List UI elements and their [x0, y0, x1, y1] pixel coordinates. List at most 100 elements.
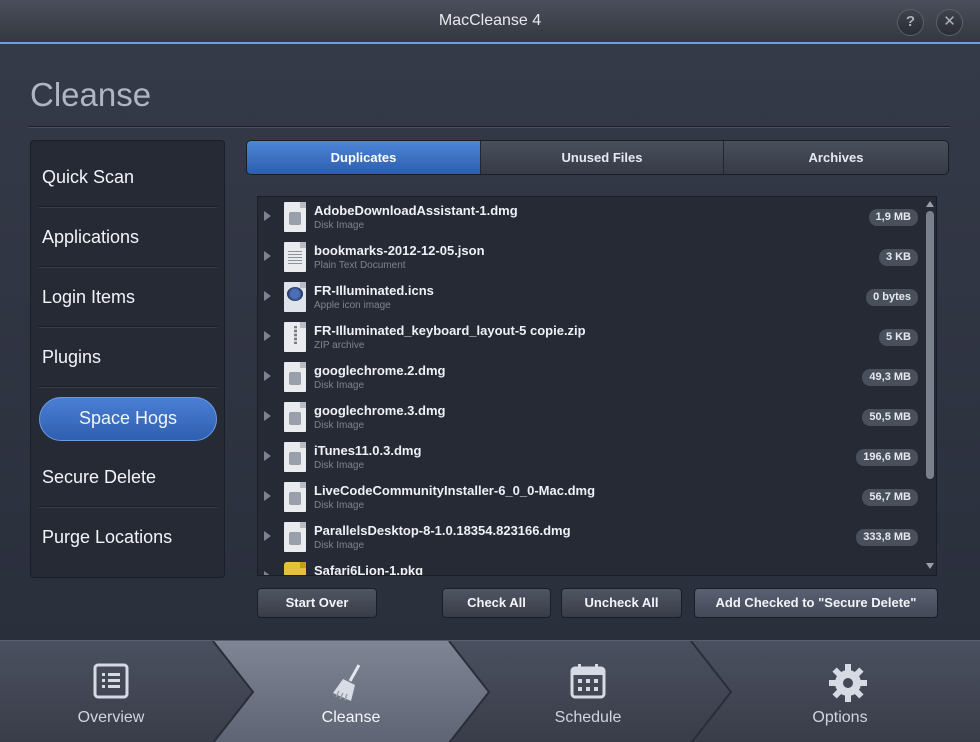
- close-button[interactable]: ✕: [936, 9, 963, 36]
- sidebar-item-label: Applications: [42, 227, 140, 247]
- sidebar: Quick Scan Applications Login Items Plug…: [30, 140, 225, 578]
- disclosure-triangle-icon[interactable]: [264, 491, 271, 501]
- file-kind: Disk Image: [314, 500, 365, 511]
- heading-divider: [28, 126, 950, 127]
- bottom-navigation: Overview Cleanse Schedule Options: [0, 640, 980, 742]
- disk-image-icon: [284, 202, 306, 232]
- text-document-icon: [284, 242, 306, 272]
- check-all-button[interactable]: Check All: [442, 588, 551, 618]
- disclosure-triangle-icon[interactable]: [264, 251, 271, 261]
- page-title: Cleanse: [30, 76, 152, 113]
- disclosure-triangle-icon[interactable]: [264, 371, 271, 381]
- list-item[interactable]: FR-Illuminated_keyboard_layout-5 copie.z…: [258, 317, 924, 357]
- sidebar-item-label: Login Items: [42, 287, 136, 307]
- icns-file-icon: [284, 282, 306, 312]
- calendar-icon: [570, 664, 606, 699]
- file-list: AdobeDownloadAssistant-1.dmg Disk Image …: [257, 196, 937, 576]
- file-kind: Plain Text Document: [314, 260, 406, 271]
- uncheck-all-button[interactable]: Uncheck All: [561, 588, 682, 618]
- file-name: FR-Illuminated_keyboard_layout-5 copie.z…: [314, 323, 586, 338]
- file-size-badge: 5 KB: [878, 329, 918, 346]
- gear-icon: [829, 664, 867, 702]
- disclosure-triangle-icon[interactable]: [264, 571, 271, 575]
- file-name: googlechrome.3.dmg: [314, 403, 446, 418]
- disclosure-triangle-icon[interactable]: [264, 531, 271, 541]
- file-kind: Disk Image: [314, 420, 365, 431]
- sidebar-item-label: Plugins: [42, 347, 102, 367]
- window-title: MacCleanse 4: [438, 12, 542, 29]
- add-to-secure-delete-button[interactable]: Add Checked to "Secure Delete": [694, 588, 938, 618]
- disclosure-triangle-icon[interactable]: [264, 291, 271, 301]
- disclosure-triangle-icon[interactable]: [264, 331, 271, 341]
- list-item[interactable]: ParallelsDesktop-8-1.0.18354.823166.dmg …: [258, 517, 924, 557]
- help-button[interactable]: ?: [897, 9, 924, 36]
- nav-overview[interactable]: Overview: [0, 641, 222, 742]
- scroll-down-arrow-icon[interactable]: [926, 563, 934, 569]
- title-bar: MacCleanse 4 ? ✕: [0, 0, 980, 44]
- nav-label: Schedule: [554, 709, 622, 726]
- file-name: ParallelsDesktop-8-1.0.18354.823166.dmg: [314, 523, 571, 538]
- main-panel: Cleanse Quick Scan Applications Login It…: [0, 44, 980, 640]
- file-kind: Disk Image: [314, 540, 365, 551]
- scroll-thumb[interactable]: [926, 211, 934, 479]
- sidebar-item-space-hogs[interactable]: Space Hogs: [39, 387, 217, 447]
- disk-image-icon: [284, 402, 306, 432]
- list-item[interactable]: Safari6Lion-1.pkg: [258, 557, 924, 576]
- file-size-badge: 0 bytes: [866, 289, 918, 306]
- file-name: Safari6Lion-1.pkg: [314, 563, 424, 576]
- list-item[interactable]: googlechrome.3.dmg Disk Image 50,5 MB: [258, 397, 924, 437]
- list-icon: [93, 663, 129, 699]
- package-icon: [284, 562, 306, 575]
- list-item[interactable]: AdobeDownloadAssistant-1.dmg Disk Image …: [258, 197, 924, 237]
- file-kind: Disk Image: [314, 220, 365, 231]
- tab-unused-files[interactable]: Unused Files: [481, 141, 724, 174]
- segmented-tabs: Duplicates Unused Files Archives: [246, 140, 949, 175]
- start-over-button[interactable]: Start Over: [257, 588, 377, 618]
- list-item[interactable]: iTunes11.0.3.dmg Disk Image 196,6 MB: [258, 437, 924, 477]
- nav-label: Options: [812, 709, 868, 726]
- file-name: googlechrome.2.dmg: [314, 363, 446, 378]
- disk-image-icon: [284, 482, 306, 512]
- file-size-badge: 196,6 MB: [856, 449, 918, 466]
- nav-cleanse[interactable]: Cleanse: [213, 641, 489, 742]
- nav-options[interactable]: Options: [700, 641, 980, 742]
- file-size-badge: 3 KB: [878, 249, 918, 266]
- file-kind: Apple icon image: [314, 300, 391, 311]
- file-kind: ZIP archive: [314, 340, 365, 351]
- file-kind: Disk Image: [314, 380, 365, 391]
- list-item[interactable]: FR-Illuminated.icns Apple icon image 0 b…: [258, 277, 924, 317]
- zip-archive-icon: [284, 322, 306, 352]
- disk-image-icon: [284, 522, 306, 552]
- sidebar-item-applications[interactable]: Applications: [39, 207, 217, 267]
- list-item[interactable]: LiveCodeCommunityInstaller-6_0_0-Mac.dmg…: [258, 477, 924, 517]
- sidebar-item-label: Quick Scan: [42, 167, 135, 187]
- file-name: bookmarks-2012-12-05.json: [314, 243, 485, 258]
- broom-icon: [333, 664, 361, 701]
- nav-schedule[interactable]: Schedule: [470, 641, 706, 742]
- sidebar-item-plugins[interactable]: Plugins: [39, 327, 217, 387]
- file-name: FR-Illuminated.icns: [314, 283, 434, 298]
- list-item[interactable]: googlechrome.2.dmg Disk Image 49,3 MB: [258, 357, 924, 397]
- sidebar-item-purge-locations[interactable]: Purge Locations: [39, 507, 217, 567]
- scrollbar[interactable]: [924, 197, 936, 575]
- file-size-badge: 50,5 MB: [862, 409, 918, 426]
- tab-duplicates[interactable]: Duplicates: [247, 141, 481, 174]
- sidebar-item-quick-scan[interactable]: Quick Scan: [39, 147, 217, 207]
- disclosure-triangle-icon[interactable]: [264, 451, 271, 461]
- sidebar-item-label: Space Hogs: [78, 408, 178, 428]
- file-name: AdobeDownloadAssistant-1.dmg: [314, 203, 518, 218]
- disk-image-icon: [284, 442, 306, 472]
- tab-archives[interactable]: Archives: [724, 141, 948, 174]
- nav-label: Cleanse: [321, 709, 381, 726]
- file-kind: Disk Image: [314, 460, 365, 471]
- sidebar-item-login-items[interactable]: Login Items: [39, 267, 217, 327]
- scroll-up-arrow-icon[interactable]: [926, 201, 934, 207]
- sidebar-item-secure-delete[interactable]: Secure Delete: [39, 447, 217, 507]
- sidebar-item-label: Secure Delete: [42, 467, 157, 487]
- file-name: iTunes11.0.3.dmg: [314, 443, 422, 458]
- list-item[interactable]: bookmarks-2012-12-05.json Plain Text Doc…: [258, 237, 924, 277]
- disclosure-triangle-icon[interactable]: [264, 411, 271, 421]
- sidebar-item-label: Purge Locations: [42, 527, 173, 547]
- disclosure-triangle-icon[interactable]: [264, 211, 271, 221]
- file-name: LiveCodeCommunityInstaller-6_0_0-Mac.dmg: [314, 483, 596, 498]
